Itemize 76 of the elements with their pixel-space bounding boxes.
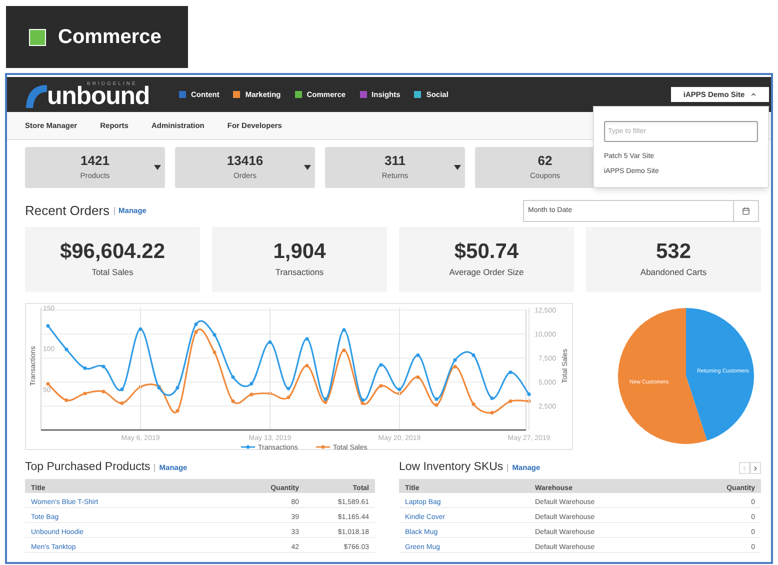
point: [398, 388, 402, 392]
point: [83, 392, 87, 396]
point: [231, 399, 235, 403]
legend-line-icon: [241, 445, 255, 449]
section-title: Recent Orders: [25, 202, 110, 220]
point: [342, 328, 346, 332]
caret-icon[interactable]: [454, 165, 460, 170]
point: [250, 392, 254, 396]
point: [379, 363, 383, 367]
point: [102, 390, 106, 394]
point: [416, 375, 420, 379]
caret-icon[interactable]: [154, 165, 160, 170]
point: [212, 350, 216, 354]
kpi-value: 1,904: [273, 240, 326, 262]
kpi-label: Average Order Size: [449, 266, 524, 278]
point: [324, 397, 328, 401]
logo-wordmark: unbound: [47, 84, 150, 108]
point: [360, 398, 364, 402]
chevron-right-icon: [752, 464, 759, 472]
calendar-icon[interactable]: [742, 207, 750, 215]
section-title: Commerce: [58, 25, 162, 50]
point: [64, 398, 68, 402]
point: [286, 396, 290, 400]
point: [472, 402, 476, 406]
point: [231, 375, 235, 379]
point: [64, 348, 68, 352]
kpi-value: $50.74: [454, 240, 519, 262]
chevron-left-icon: [741, 464, 748, 472]
caret-icon[interactable]: [304, 165, 310, 170]
point: [268, 340, 272, 344]
point: [324, 400, 328, 404]
point: [508, 370, 512, 374]
kpi-value: $96,604.22: [60, 240, 166, 262]
summary-value: 13416: [226, 154, 264, 167]
point: [453, 364, 457, 368]
point: [305, 337, 309, 341]
point: [434, 403, 438, 407]
point: [212, 333, 216, 337]
point: [527, 392, 531, 396]
point: [490, 410, 494, 415]
point: [360, 401, 364, 405]
point: [194, 330, 198, 334]
section-title: Top Purchased Products: [25, 462, 150, 474]
point: [508, 399, 512, 403]
point: [176, 409, 180, 413]
point: [453, 358, 457, 362]
point: [490, 396, 494, 400]
legend-line-icon: [316, 445, 330, 449]
summary-value: 311: [384, 154, 406, 167]
kpi-label: Abandoned Carts: [640, 266, 707, 278]
kpi-label: Total Sales: [92, 266, 134, 278]
point: [83, 366, 87, 370]
point: [120, 388, 124, 392]
section-title: Low Inventory SKUs: [399, 462, 504, 474]
point: [342, 348, 346, 352]
kpi-value: 532: [656, 240, 692, 262]
arch-icon: [25, 84, 47, 108]
caret-icon: [750, 91, 757, 98]
kpi-label: Transactions: [275, 266, 324, 278]
point: [305, 364, 309, 368]
point: [416, 353, 420, 357]
point: [379, 384, 383, 388]
point: [472, 353, 476, 357]
point: [434, 397, 438, 401]
summary-value: 62: [538, 154, 552, 167]
point: [138, 327, 142, 331]
point: [102, 364, 106, 368]
next-page-button[interactable]: [750, 462, 761, 474]
point: [176, 386, 180, 390]
point: [120, 401, 124, 405]
point: [194, 322, 198, 326]
point: [46, 382, 50, 386]
summary-value: 1421: [80, 154, 110, 167]
point: [250, 382, 254, 386]
point: [46, 324, 50, 328]
point: [286, 386, 290, 390]
